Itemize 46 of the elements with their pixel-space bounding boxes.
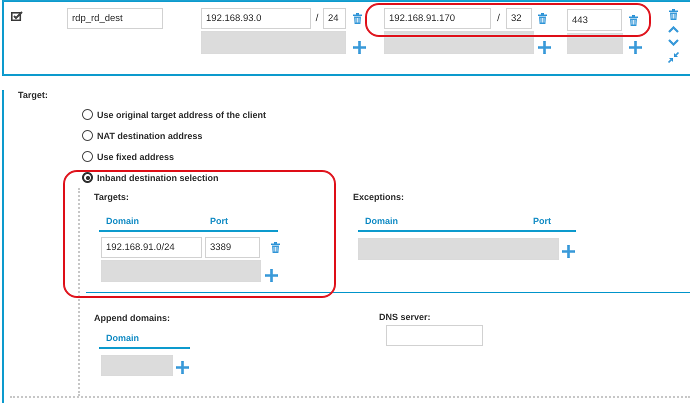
separator-text: / — [496, 13, 501, 24]
section-label: Append domains: — [94, 313, 170, 323]
collapse-icon[interactable] — [668, 52, 679, 63]
address-field[interactable]: 192.168.91.170 — [384, 8, 491, 29]
empty-entry-row[interactable] — [384, 31, 534, 54]
empty-entry-row[interactable] — [567, 33, 623, 54]
column-header[interactable]: Domain — [365, 216, 398, 226]
option-label: Use fixed address — [97, 152, 174, 162]
section-label: Exceptions: — [353, 192, 404, 202]
option-label: NAT destination address — [97, 130, 202, 140]
port-field[interactable]: 3389 — [205, 237, 260, 258]
radio-button[interactable] — [82, 130, 93, 141]
add-icon[interactable] — [629, 41, 642, 54]
add-icon[interactable] — [538, 40, 551, 54]
move-up-icon[interactable] — [668, 26, 679, 33]
domain-field[interactable]: 192.168.91.0/24 — [101, 237, 202, 258]
add-icon[interactable] — [176, 361, 189, 374]
delete-icon[interactable] — [669, 9, 678, 20]
radio-button[interactable] — [82, 151, 93, 162]
radio-button[interactable] — [82, 109, 93, 120]
address-field[interactable]: 192.168.93.0 — [201, 8, 311, 29]
section-label: Target: — [18, 90, 48, 100]
checkbox[interactable] — [11, 11, 23, 21]
option-label: Inband destination selection — [97, 172, 219, 182]
mask-field[interactable]: 32 — [506, 8, 532, 29]
add-icon[interactable] — [562, 244, 575, 258]
delete-icon[interactable] — [353, 13, 362, 24]
column-header[interactable]: Port — [210, 216, 228, 226]
section-label: Targets: — [94, 192, 129, 202]
delete-icon[interactable] — [271, 242, 280, 253]
mask-field[interactable]: 24 — [323, 8, 346, 29]
add-icon[interactable] — [353, 40, 366, 54]
delete-icon[interactable] — [629, 14, 638, 26]
column-header[interactable]: Domain — [106, 216, 140, 226]
column-header[interactable]: Port — [533, 216, 552, 226]
column-header[interactable]: Domain — [106, 333, 140, 343]
name-field[interactable]: rdp_rd_dest — [67, 8, 163, 29]
add-icon[interactable] — [265, 268, 278, 282]
option-label: Use original target address of the client — [97, 110, 266, 120]
field-label: DNS server: — [379, 312, 431, 322]
separator-text: / — [314, 13, 320, 24]
delete-icon[interactable] — [538, 13, 547, 24]
dns-server-field[interactable] — [386, 325, 483, 346]
port-field[interactable]: 443 — [567, 9, 622, 31]
radio-button[interactable] — [82, 172, 93, 183]
move-down-icon[interactable] — [668, 39, 679, 46]
